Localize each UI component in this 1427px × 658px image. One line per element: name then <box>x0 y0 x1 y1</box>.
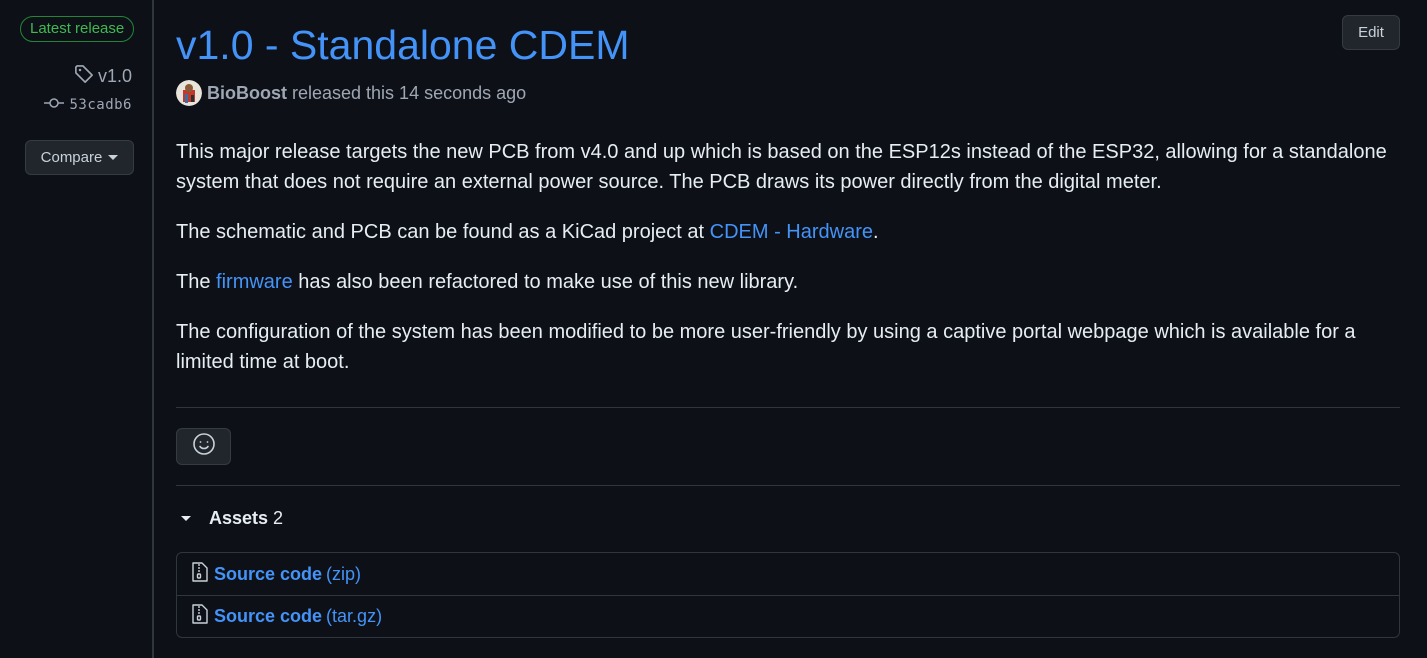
release-paragraph-1: This major release targets the new PCB f… <box>176 141 1387 193</box>
released-time: released this 14 seconds ago <box>292 82 527 103</box>
asset-row-targz[interactable]: Source code (tar.gz) <box>177 595 1399 637</box>
paragraph-text: . <box>873 221 879 243</box>
release-title[interactable]: v1.0 - Standalone CDEM <box>176 22 630 69</box>
release-notes: This major release targets the new PCB f… <box>176 137 1400 397</box>
chevron-down-icon <box>108 155 119 160</box>
tag-icon <box>74 64 94 89</box>
asset-ext: (tar.gz) <box>326 606 383 626</box>
commit-link[interactable]: 53cadb6 <box>44 96 132 114</box>
divider <box>176 485 1400 486</box>
assets-count: 2 <box>273 508 284 528</box>
edit-button[interactable]: Edit <box>1342 15 1400 50</box>
compare-button[interactable]: Compare <box>25 140 134 175</box>
assets-label: Assets <box>209 508 269 528</box>
triangle-down-icon <box>181 516 191 521</box>
assets-list: Source code (zip) Source code (tar.gz) <box>176 552 1400 638</box>
release-page: Latest release v1.0 53cadb6 Compare v1.0… <box>0 0 1427 658</box>
release-paragraph-2: The schematic and PCB can be found as a … <box>176 217 1400 247</box>
firmware-link[interactable]: firmware <box>216 271 293 293</box>
git-commit-icon <box>44 96 65 114</box>
asset-row-zip[interactable]: Source code (zip) <box>177 553 1399 595</box>
asset-name: Source code <box>214 606 323 626</box>
add-reaction-button[interactable] <box>176 428 231 465</box>
release-sidebar: Latest release v1.0 53cadb6 Compare <box>0 0 154 658</box>
smiley-icon <box>192 432 216 461</box>
tag-label: v1.0 <box>97 66 132 86</box>
release-paragraph-3: The firmware has also been refactored to… <box>176 267 1400 297</box>
paragraph-text: The schematic and PCB can be found as a … <box>176 221 710 243</box>
paragraph-text: The <box>176 271 217 293</box>
compare-label: Compare <box>40 149 103 166</box>
author-link[interactable]: BioBoost <box>207 83 287 104</box>
tag-link[interactable]: v1.0 <box>74 64 132 89</box>
release-meta: BioBoost released this 14 seconds ago <box>176 80 526 106</box>
paragraph-text: has also been refactored to make use of … <box>292 271 799 293</box>
asset-ext: (zip) <box>326 563 362 584</box>
file-zip-icon <box>190 561 210 588</box>
file-zip-icon <box>190 603 210 630</box>
assets-toggle[interactable]: Assets 2 <box>176 508 283 529</box>
cdem-hardware-link[interactable]: CDEM - Hardware <box>710 221 873 243</box>
avatar[interactable] <box>176 80 202 106</box>
release-main: v1.0 - Standalone CDEM Edit BioBoost rel… <box>176 0 1400 658</box>
release-paragraph-4: The configuration of the system has been… <box>176 321 1356 373</box>
divider <box>176 407 1400 408</box>
asset-name: Source code <box>214 563 323 584</box>
latest-release-badge: Latest release <box>20 16 135 42</box>
commit-sha: 53cadb6 <box>69 97 132 113</box>
